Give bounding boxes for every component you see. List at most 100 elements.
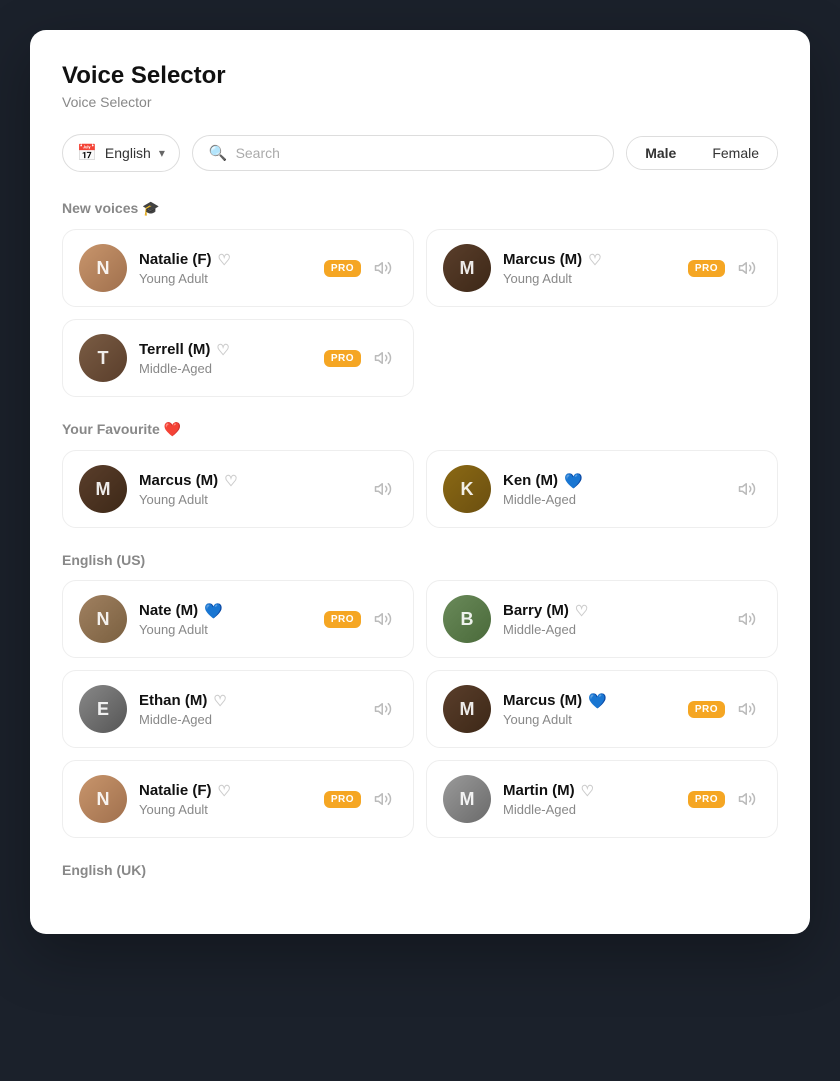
search-bar: 🔍 [192, 135, 614, 171]
voice-name-natalie-us: Natalie (F)♡ [139, 782, 312, 800]
avatar-initials: B [461, 609, 474, 630]
voice-card-natalie-us[interactable]: N Natalie (F)♡ Young Adult PRO [62, 760, 414, 838]
play-button-martin[interactable] [733, 785, 761, 813]
voice-name-nate: Nate (M) 💙 [139, 602, 312, 620]
voice-card-barry[interactable]: BBarry (M)♡Middle-Aged [426, 580, 778, 658]
calendar-icon: 📅 [77, 143, 97, 163]
voice-card-marcus-us[interactable]: M Marcus (M)💙 Young Adult PRO [426, 670, 778, 748]
voice-grid-english-us: NNate (M)💙Young AdultPROBBarry (M)♡Middl… [62, 580, 778, 838]
heart-icon-natalie-new[interactable]: ♡ [218, 251, 231, 269]
voice-card-nate[interactable]: N Nate (M) 💙 Young Adult PRO [62, 580, 414, 658]
voice-name-marcus-fav: Marcus (M)♡ [139, 472, 357, 490]
play-button-natalie-new[interactable] [369, 254, 397, 282]
voice-name-text-ken-fav: Ken (M) [503, 472, 558, 489]
voice-actions-nate: PRO [324, 605, 397, 633]
voice-name-text-ethan: Ethan (M) [139, 692, 207, 709]
heart-icon-martin[interactable]: ♡ [581, 782, 594, 800]
play-button-nate[interactable] [369, 605, 397, 633]
heart-icon-ken-fav[interactable]: 💙 [564, 472, 583, 490]
voice-card-marcus-fav[interactable]: MMarcus (M)♡Young Adult [62, 450, 414, 528]
voice-card-natalie-new[interactable]: N Natalie (F)♡ Young Adult PRO [62, 229, 414, 307]
pro-badge-marcus-new: PRO [688, 260, 725, 277]
avatar-initials: E [97, 699, 109, 720]
play-button-natalie-us[interactable] [369, 785, 397, 813]
voice-info-barry: Barry (M)♡Middle-Aged [503, 602, 721, 637]
section-label-english-us: English (US) [62, 552, 778, 568]
voice-name-text-nate: Nate (M) [139, 602, 198, 619]
voice-age-martin: Middle-Aged [503, 802, 676, 817]
pro-badge-martin: PRO [688, 791, 725, 808]
heart-icon-ethan[interactable]: ♡ [213, 692, 226, 710]
voice-name-text-marcus-new: Marcus (M) [503, 251, 582, 268]
avatar-natalie-us: N [79, 775, 127, 823]
voice-age-natalie-new: Young Adult [139, 271, 312, 286]
heart-icon-terrell[interactable]: ♡ [216, 341, 229, 359]
voice-name-natalie-new: Natalie (F)♡ [139, 251, 312, 269]
voice-name-text-martin: Martin (M) [503, 782, 575, 799]
avatar-initials: M [96, 479, 111, 500]
voice-grid-new-voices: NNatalie (F)♡Young AdultPROMMarcus (M)♡Y… [62, 229, 778, 397]
section-english-uk: English (UK) [62, 862, 778, 878]
voice-info-terrell: Terrell (M) ♡ Middle-Aged [139, 341, 312, 376]
section-label-your-favourite: Your Favourite ❤️ [62, 421, 778, 438]
voice-actions-terrell: PRO [324, 344, 397, 372]
voice-card-martin[interactable]: MMartin (M)♡Middle-AgedPRO [426, 760, 778, 838]
voice-age-terrell: Middle-Aged [139, 361, 312, 376]
avatar-marcus-us: M [443, 685, 491, 733]
heart-icon-marcus-new[interactable]: ♡ [588, 251, 601, 269]
gender-male-button[interactable]: Male [627, 137, 694, 169]
voice-actions-barry [733, 605, 761, 633]
voice-selector-modal: Voice Selector Voice Selector 📅 English … [30, 30, 810, 934]
search-input[interactable] [236, 145, 598, 161]
voice-actions-marcus-new: PRO [688, 254, 761, 282]
voice-info-ethan: Ethan (M)♡Middle-Aged [139, 692, 357, 727]
voice-card-ken-fav[interactable]: KKen (M)💙Middle-Aged [426, 450, 778, 528]
play-button-marcus-us[interactable] [733, 695, 761, 723]
heart-icon-marcus-fav[interactable]: ♡ [224, 472, 237, 490]
avatar-terrell: T [79, 334, 127, 382]
language-label: English [105, 145, 151, 161]
heart-icon-nate[interactable]: 💙 [204, 602, 223, 620]
voice-info-ken-fav: Ken (M)💙Middle-Aged [503, 472, 721, 507]
voice-info-natalie-us: Natalie (F)♡ Young Adult [139, 782, 312, 817]
language-selector[interactable]: 📅 English ▾ [62, 134, 180, 172]
avatar-barry: B [443, 595, 491, 643]
heart-icon-marcus-us[interactable]: 💙 [588, 692, 607, 710]
voice-age-marcus-us: Young Adult [503, 712, 676, 727]
play-button-ethan[interactable] [369, 695, 397, 723]
sections-container: New voices 🎓NNatalie (F)♡Young AdultPROM… [62, 200, 778, 878]
play-button-terrell[interactable] [369, 344, 397, 372]
voice-name-marcus-us: Marcus (M)💙 [503, 692, 676, 710]
heart-icon-natalie-us[interactable]: ♡ [218, 782, 231, 800]
voice-actions-natalie-us: PRO [324, 785, 397, 813]
voice-card-terrell[interactable]: T Terrell (M) ♡ Middle-Aged PRO [62, 319, 414, 397]
voice-age-barry: Middle-Aged [503, 622, 721, 637]
voice-info-natalie-new: Natalie (F)♡ Young Adult [139, 251, 312, 286]
voice-name-martin: Martin (M) ♡ [503, 782, 676, 800]
avatar-initials: M [460, 699, 475, 720]
voice-name-ethan: Ethan (M) ♡ [139, 692, 357, 710]
voice-info-martin: Martin (M) ♡ Middle-Aged [503, 782, 676, 817]
pro-badge-natalie-new: PRO [324, 260, 361, 277]
voice-name-terrell: Terrell (M) ♡ [139, 341, 312, 359]
voice-age-natalie-us: Young Adult [139, 802, 312, 817]
avatar-marcus-fav: M [79, 465, 127, 513]
play-button-ken-fav[interactable] [733, 475, 761, 503]
modal-subtitle: Voice Selector [62, 94, 778, 110]
avatar-initials: N [97, 789, 110, 810]
play-button-barry[interactable] [733, 605, 761, 633]
pro-badge-terrell: PRO [324, 350, 361, 367]
heart-icon-barry[interactable]: ♡ [575, 602, 588, 620]
play-button-marcus-fav[interactable] [369, 475, 397, 503]
chevron-down-icon: ▾ [159, 146, 165, 160]
voice-name-text-terrell: Terrell (M) [139, 341, 210, 358]
voice-age-nate: Young Adult [139, 622, 312, 637]
avatar-initials: K [461, 479, 474, 500]
voice-actions-marcus-us: PRO [688, 695, 761, 723]
avatar-nate: N [79, 595, 127, 643]
play-button-marcus-new[interactable] [733, 254, 761, 282]
voice-card-marcus-new[interactable]: MMarcus (M)♡Young AdultPRO [426, 229, 778, 307]
avatar-natalie-new: N [79, 244, 127, 292]
gender-female-button[interactable]: Female [694, 137, 777, 169]
voice-card-ethan[interactable]: EEthan (M)♡Middle-Aged [62, 670, 414, 748]
